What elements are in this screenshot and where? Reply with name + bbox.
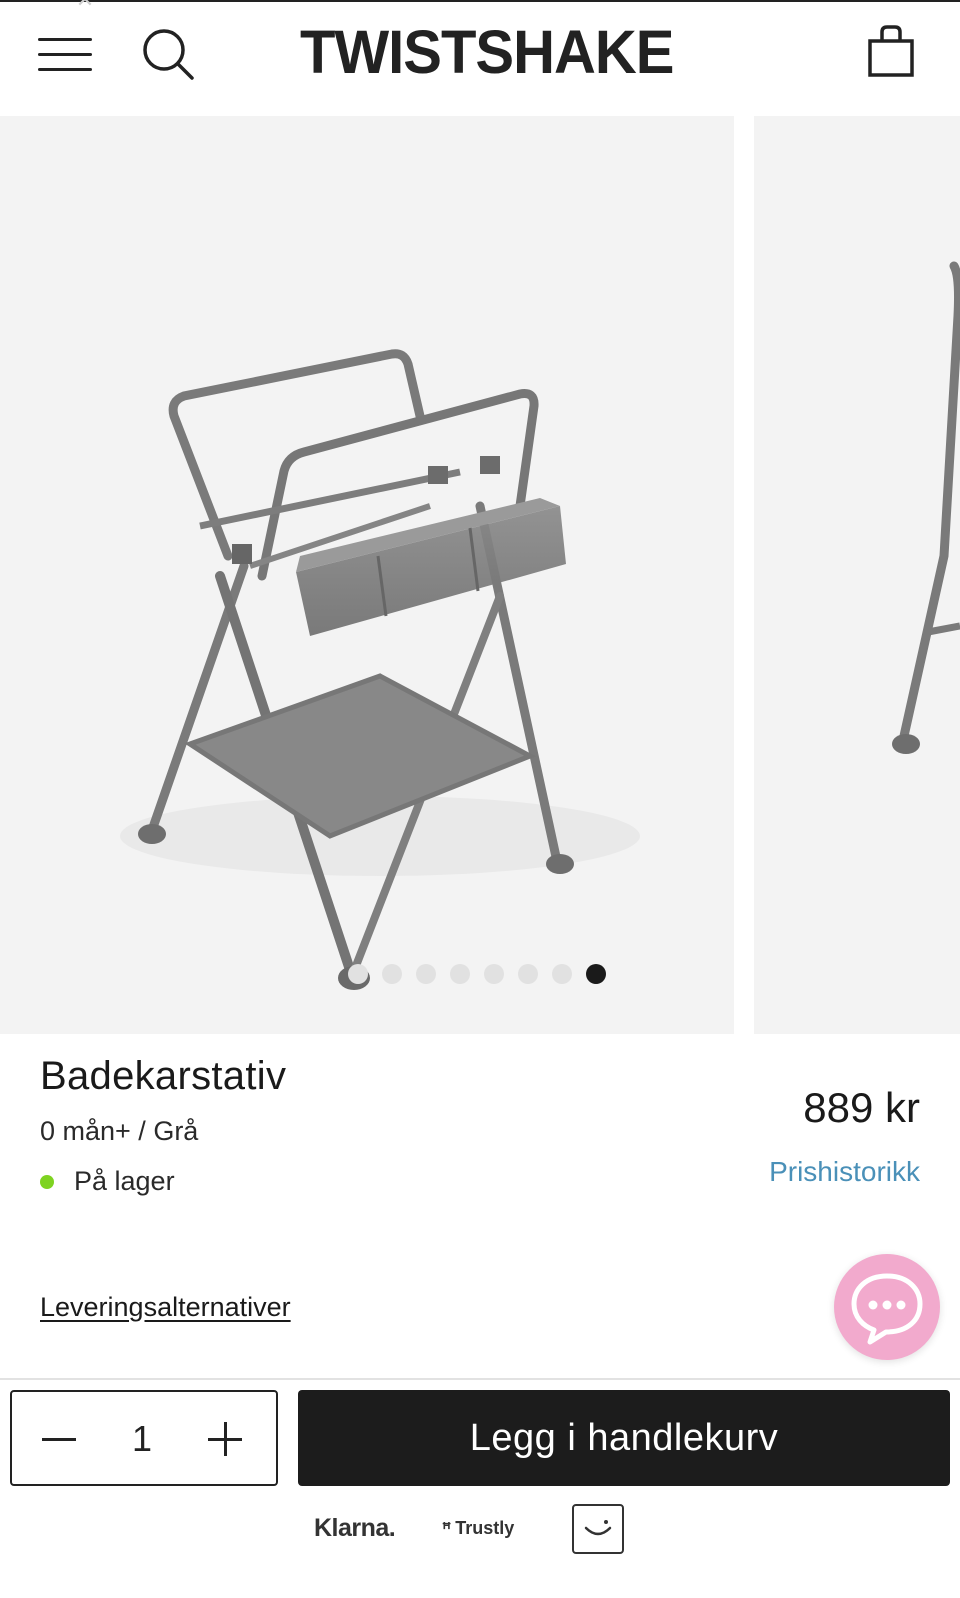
product-image-gallery[interactable] xyxy=(0,116,960,1034)
shopping-bag-icon[interactable] xyxy=(866,24,918,80)
chat-bubble-icon[interactable] xyxy=(834,1254,940,1360)
next-product-image[interactable] xyxy=(754,116,960,1034)
price-history-link[interactable]: Prishistorikk xyxy=(769,1156,920,1188)
minus-icon[interactable] xyxy=(34,1414,84,1464)
gallery-dot[interactable] xyxy=(450,964,470,984)
product-title: Badekarstativ xyxy=(40,1054,287,1098)
product-variant: 0 mån+ / Grå xyxy=(40,1116,199,1146)
delivery-options-link[interactable]: Leveringsalternativer xyxy=(40,1292,291,1323)
gallery-dot[interactable] xyxy=(552,964,572,984)
stock-status-label: På lager xyxy=(74,1166,175,1196)
search-icon[interactable] xyxy=(140,26,196,82)
gallery-dot[interactable] xyxy=(518,964,538,984)
klarna-logo: Klarna. xyxy=(314,1514,396,1542)
plus-icon[interactable] xyxy=(200,1414,250,1464)
trustly-mark-icon: ꟸ xyxy=(442,1520,452,1538)
product-price: 889 kr xyxy=(803,1084,920,1131)
product-image[interactable] xyxy=(0,116,734,1034)
divider xyxy=(0,1378,960,1380)
gallery-dot-active[interactable] xyxy=(586,964,606,984)
smile-logo-icon xyxy=(572,1504,624,1554)
trustly-label: Trustly xyxy=(455,1518,515,1538)
site-header: ✕ TWISTSHAKE xyxy=(0,0,960,112)
add-to-cart-button[interactable]: Legg i handlekurv xyxy=(298,1390,950,1486)
brand-logo[interactable]: TWISTSHAKE xyxy=(300,16,674,90)
trustly-logo: ꟸ Trustly xyxy=(442,1518,514,1539)
gallery-dot[interactable] xyxy=(348,964,368,984)
stock-status: På lager xyxy=(40,1166,175,1197)
bath-stand-illustration xyxy=(120,349,640,990)
quantity-value[interactable]: 1 xyxy=(112,1414,172,1464)
quantity-stepper: 1 xyxy=(10,1390,278,1486)
payment-methods: Klarna. ꟸ Trustly xyxy=(0,1500,960,1560)
gallery-dot[interactable] xyxy=(416,964,436,984)
close-icon: ✕ xyxy=(70,0,100,12)
gallery-dot[interactable] xyxy=(382,964,402,984)
hamburger-menu-icon[interactable] xyxy=(38,36,94,72)
gallery-dot[interactable] xyxy=(484,964,504,984)
gallery-pagination xyxy=(348,964,606,986)
in-stock-dot-icon xyxy=(40,1174,54,1189)
